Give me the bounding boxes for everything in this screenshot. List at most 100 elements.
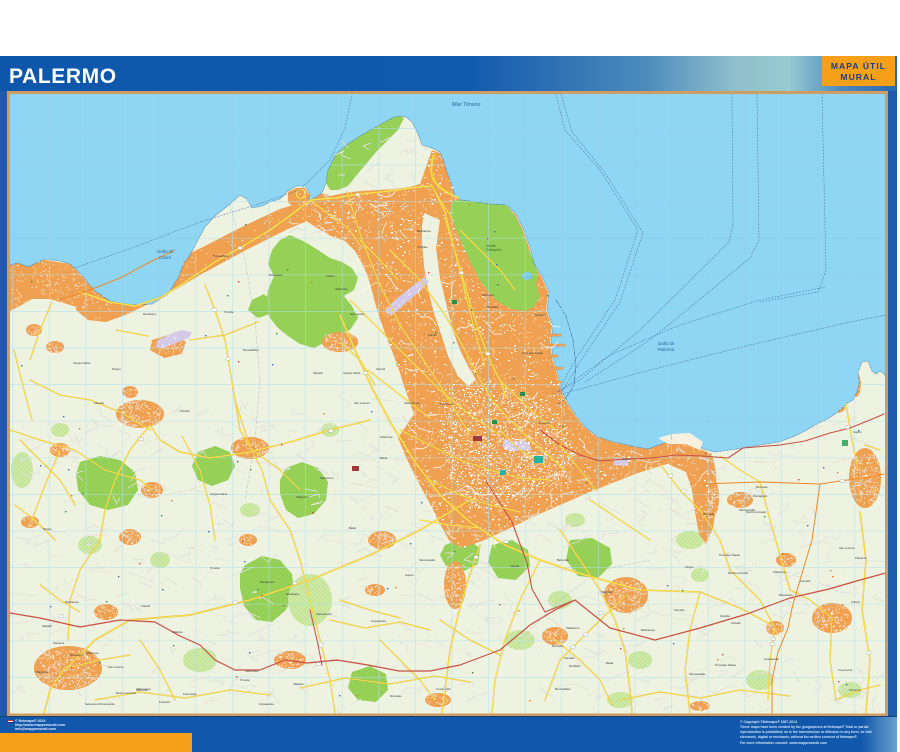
svg-text:Resuttana: Resuttana — [143, 312, 156, 316]
svg-text:Pallavicino: Pallavicino — [773, 570, 787, 574]
svg-text:Tommaso Natale: Tommaso Natale — [522, 351, 543, 355]
svg-text:Mezzomonreale: Mezzomonreale — [746, 510, 766, 514]
svg-text:Arenella: Arenella — [800, 579, 811, 583]
svg-text:Falsomiele: Falsomiele — [183, 692, 197, 696]
svg-text:Monreale: Monreale — [390, 694, 402, 698]
svg-text:Boccadifalco: Boccadifalco — [243, 348, 259, 352]
svg-text:Romagnolo: Romagnolo — [350, 312, 365, 316]
svg-text:San Lorenzo: San Lorenzo — [108, 665, 124, 669]
svg-text:Portella: Portella — [180, 409, 190, 413]
svg-text:Resuttana: Resuttana — [70, 653, 83, 657]
svg-text:Boccadifalco: Boccadifalco — [555, 687, 571, 691]
svg-text:Mondello: Mondello — [569, 664, 581, 668]
svg-text:Partanna: Partanna — [849, 688, 861, 692]
svg-text:Baida: Baida — [380, 456, 388, 460]
svg-text:Mar Tirreno: Mar Tirreno — [452, 102, 480, 108]
svg-text:Acquasanta: Acquasanta — [371, 619, 386, 623]
svg-text:Villabate: Villabate — [417, 245, 428, 249]
svg-text:Gibilrossa: Gibilrossa — [380, 435, 393, 439]
svg-text:Acquasanta: Acquasanta — [259, 702, 274, 706]
svg-text:Bellolampo: Bellolampo — [65, 600, 79, 604]
svg-text:Torretta: Torretta — [240, 678, 250, 682]
svg-text:Portella: Portella — [731, 621, 741, 625]
svg-text:Pellegrino: Pellegrino — [486, 248, 502, 252]
svg-text:Partanna: Partanna — [53, 641, 65, 645]
svg-text:Falsomiele: Falsomiele — [245, 669, 259, 673]
svg-text:Ficarazzi: Ficarazzi — [159, 700, 171, 704]
svg-text:Gibilrossa: Gibilrossa — [86, 651, 99, 655]
svg-text:Mezzomonreale: Mezzomonreale — [116, 691, 136, 695]
svg-text:Monreale: Monreale — [756, 485, 768, 489]
svg-text:San Lorenzo: San Lorenzo — [839, 546, 855, 550]
svg-text:Bellolampo: Bellolampo — [641, 628, 655, 632]
svg-text:Monreale: Monreale — [703, 512, 715, 516]
svg-text:Carini: Carini — [159, 255, 172, 260]
svg-text:Aquino: Aquino — [853, 430, 862, 434]
svg-text:Mezzomonreale: Mezzomonreale — [728, 571, 748, 575]
svg-text:Croceverde: Croceverde — [436, 687, 451, 691]
svg-text:Mondello: Mondello — [552, 644, 564, 648]
svg-text:Uditore: Uditore — [851, 600, 860, 604]
svg-text:Romagnolo: Romagnolo — [753, 494, 768, 498]
svg-text:Ficarazzi: Ficarazzi — [534, 313, 546, 317]
svg-text:Vergine Maria: Vergine Maria — [210, 492, 228, 496]
svg-text:Mondello: Mondello — [487, 305, 499, 309]
svg-text:Belmonte: Belmonte — [557, 558, 569, 562]
svg-text:Belmonte: Belmonte — [482, 293, 494, 297]
svg-text:Golfo Di: Golfo Di — [658, 341, 675, 346]
svg-text:Ciaculli: Ciaculli — [376, 367, 385, 371]
svg-text:Sferracavallo: Sferracavallo — [689, 672, 706, 676]
svg-text:Arenella: Arenella — [674, 608, 685, 612]
svg-text:Settecannoli: Settecannoli — [316, 612, 332, 616]
svg-text:Ciaculli: Ciaculli — [510, 564, 519, 568]
svg-text:Arenella: Arenella — [564, 656, 575, 660]
svg-text:Pioppo: Pioppo — [685, 565, 694, 569]
svg-text:Torretta: Torretta — [210, 566, 220, 570]
svg-text:San Lorenzo: San Lorenzo — [354, 401, 370, 405]
svg-text:Resuttana: Resuttana — [286, 592, 299, 596]
svg-text:Villabate: Villabate — [293, 682, 304, 686]
svg-text:Brancaccio: Brancaccio — [269, 273, 283, 277]
svg-text:Pallavicino: Pallavicino — [566, 626, 580, 630]
svg-text:Villagrazia: Villagrazia — [600, 590, 613, 594]
svg-text:Ciaculli: Ciaculli — [141, 604, 150, 608]
svg-text:Boccadifalco: Boccadifalco — [213, 254, 229, 258]
svg-text:Gibilrossa: Gibilrossa — [335, 287, 348, 291]
svg-text:Partanna: Partanna — [855, 556, 867, 560]
svg-text:Villabate: Villabate — [172, 630, 183, 634]
svg-text:Altarello: Altarello — [313, 371, 324, 375]
svg-text:Romagnolo: Romagnolo — [260, 580, 275, 584]
svg-text:Villagrazia: Villagrazia — [35, 670, 48, 674]
svg-text:Falsomiele: Falsomiele — [440, 402, 454, 406]
svg-text:Settecannoli: Settecannoli — [85, 702, 101, 706]
svg-text:Croceverde: Croceverde — [100, 702, 115, 706]
svg-text:Altarello: Altarello — [42, 624, 53, 628]
svg-text:Vergine Maria: Vergine Maria — [343, 371, 361, 375]
svg-text:Baida: Baida — [606, 661, 614, 665]
svg-text:Portella: Portella — [720, 614, 730, 618]
svg-text:Pioppo: Pioppo — [43, 527, 52, 531]
svg-text:Brancaccio: Brancaccio — [137, 687, 151, 691]
svg-text:Aquino: Aquino — [405, 573, 414, 577]
svg-text:Bellolampo: Bellolampo — [417, 229, 431, 233]
svg-text:Sferracavallo: Sferracavallo — [419, 558, 436, 562]
svg-text:Acquasanta: Acquasanta — [764, 657, 779, 661]
svg-text:Pioppo: Pioppo — [112, 367, 121, 371]
svg-text:Torretta: Torretta — [224, 310, 234, 314]
svg-text:Ficarazzi: Ficarazzi — [539, 421, 551, 425]
svg-text:Uditore: Uditore — [428, 333, 437, 337]
svg-text:Uditore: Uditore — [326, 274, 335, 278]
svg-text:Palermo: Palermo — [658, 347, 675, 352]
svg-text:Croceverde: Croceverde — [838, 668, 853, 672]
svg-text:Vergine Maria: Vergine Maria — [73, 361, 91, 365]
svg-text:Aquino: Aquino — [622, 457, 631, 461]
svg-text:Altarello: Altarello — [94, 401, 105, 405]
svg-text:Golfo Di: Golfo Di — [157, 249, 174, 254]
svg-text:Tommaso Natale: Tommaso Natale — [715, 663, 736, 667]
svg-text:Baida: Baida — [349, 526, 357, 530]
svg-text:Villagrazia: Villagrazia — [296, 495, 309, 499]
svg-text:Brancaccio: Brancaccio — [779, 593, 793, 597]
svg-text:Pallavicino: Pallavicino — [320, 476, 334, 480]
svg-text:Settecannoli: Settecannoli — [404, 401, 420, 405]
svg-text:Tommaso Natale: Tommaso Natale — [719, 553, 740, 557]
